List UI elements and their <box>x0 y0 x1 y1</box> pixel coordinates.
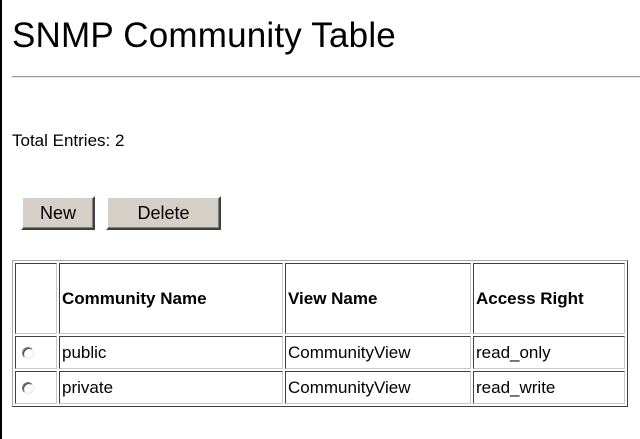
cell-access-right: read_write <box>473 371 625 404</box>
header-access-right: Access Right <box>473 263 625 334</box>
cell-community-name: private <box>59 371 283 404</box>
cell-view-name: CommunityView <box>285 371 471 404</box>
row-select-radio[interactable] <box>22 347 34 360</box>
header-view-name: View Name <box>285 263 471 334</box>
title-divider <box>12 76 640 78</box>
page-title: SNMP Community Table <box>12 16 396 55</box>
cell-view-name: CommunityView <box>285 336 471 369</box>
row-select-cell <box>15 336 57 369</box>
table-header-row: Community Name View Name Access Right <box>15 263 625 334</box>
cell-access-right: read_only <box>473 336 625 369</box>
total-entries: Total Entries: 2 <box>12 131 125 150</box>
row-select-cell <box>15 371 57 404</box>
row-select-radio[interactable] <box>22 382 34 395</box>
delete-button[interactable]: Delete <box>106 196 221 230</box>
new-button[interactable]: New <box>21 196 95 230</box>
table-row: private CommunityView read_write <box>15 371 625 404</box>
table-row: public CommunityView read_only <box>15 336 625 369</box>
community-table: Community Name View Name Access Right pu… <box>12 260 628 407</box>
cell-community-name: public <box>59 336 283 369</box>
content-frame: SNMP Community Table Total Entries: 2 Ne… <box>0 0 640 439</box>
header-select <box>15 263 57 334</box>
header-community-name: Community Name <box>59 263 283 334</box>
